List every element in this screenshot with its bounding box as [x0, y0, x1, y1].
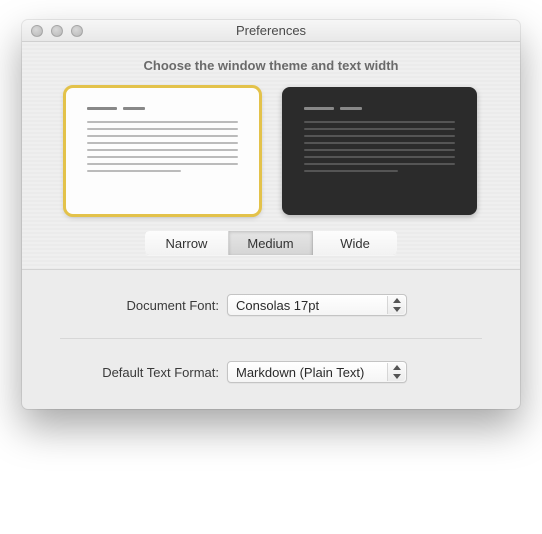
preferences-window: Preferences Choose the window theme and … [22, 20, 520, 409]
width-wide-button[interactable]: Wide [313, 231, 397, 255]
minimize-icon[interactable] [51, 25, 63, 37]
form-section: Document Font: Consolas 17pt Default Tex… [22, 270, 520, 409]
default-format-select[interactable]: Markdown (Plain Text) [227, 361, 407, 383]
theme-light-option[interactable] [65, 87, 260, 215]
close-icon[interactable] [31, 25, 43, 37]
theme-section: Choose the window theme and text width [22, 42, 520, 270]
text-preview-icon [87, 105, 238, 172]
window-title: Preferences [22, 23, 520, 38]
width-medium-button[interactable]: Medium [229, 231, 313, 255]
document-font-select[interactable]: Consolas 17pt [227, 294, 407, 316]
divider [60, 338, 482, 339]
width-segmented-control: Narrow Medium Wide [145, 231, 397, 255]
document-font-label: Document Font: [42, 298, 227, 313]
stepper-icon [387, 363, 405, 381]
width-narrow-button[interactable]: Narrow [145, 231, 229, 255]
text-preview-icon [304, 105, 455, 172]
theme-header: Choose the window theme and text width [40, 58, 502, 73]
titlebar: Preferences [22, 20, 520, 42]
theme-dark-option[interactable] [282, 87, 477, 215]
zoom-icon[interactable] [71, 25, 83, 37]
stepper-icon [387, 296, 405, 314]
default-format-label: Default Text Format: [42, 365, 227, 380]
theme-previews [40, 87, 502, 215]
document-font-value: Consolas 17pt [236, 298, 319, 313]
default-format-value: Markdown (Plain Text) [236, 365, 364, 380]
traffic-lights [22, 25, 83, 37]
